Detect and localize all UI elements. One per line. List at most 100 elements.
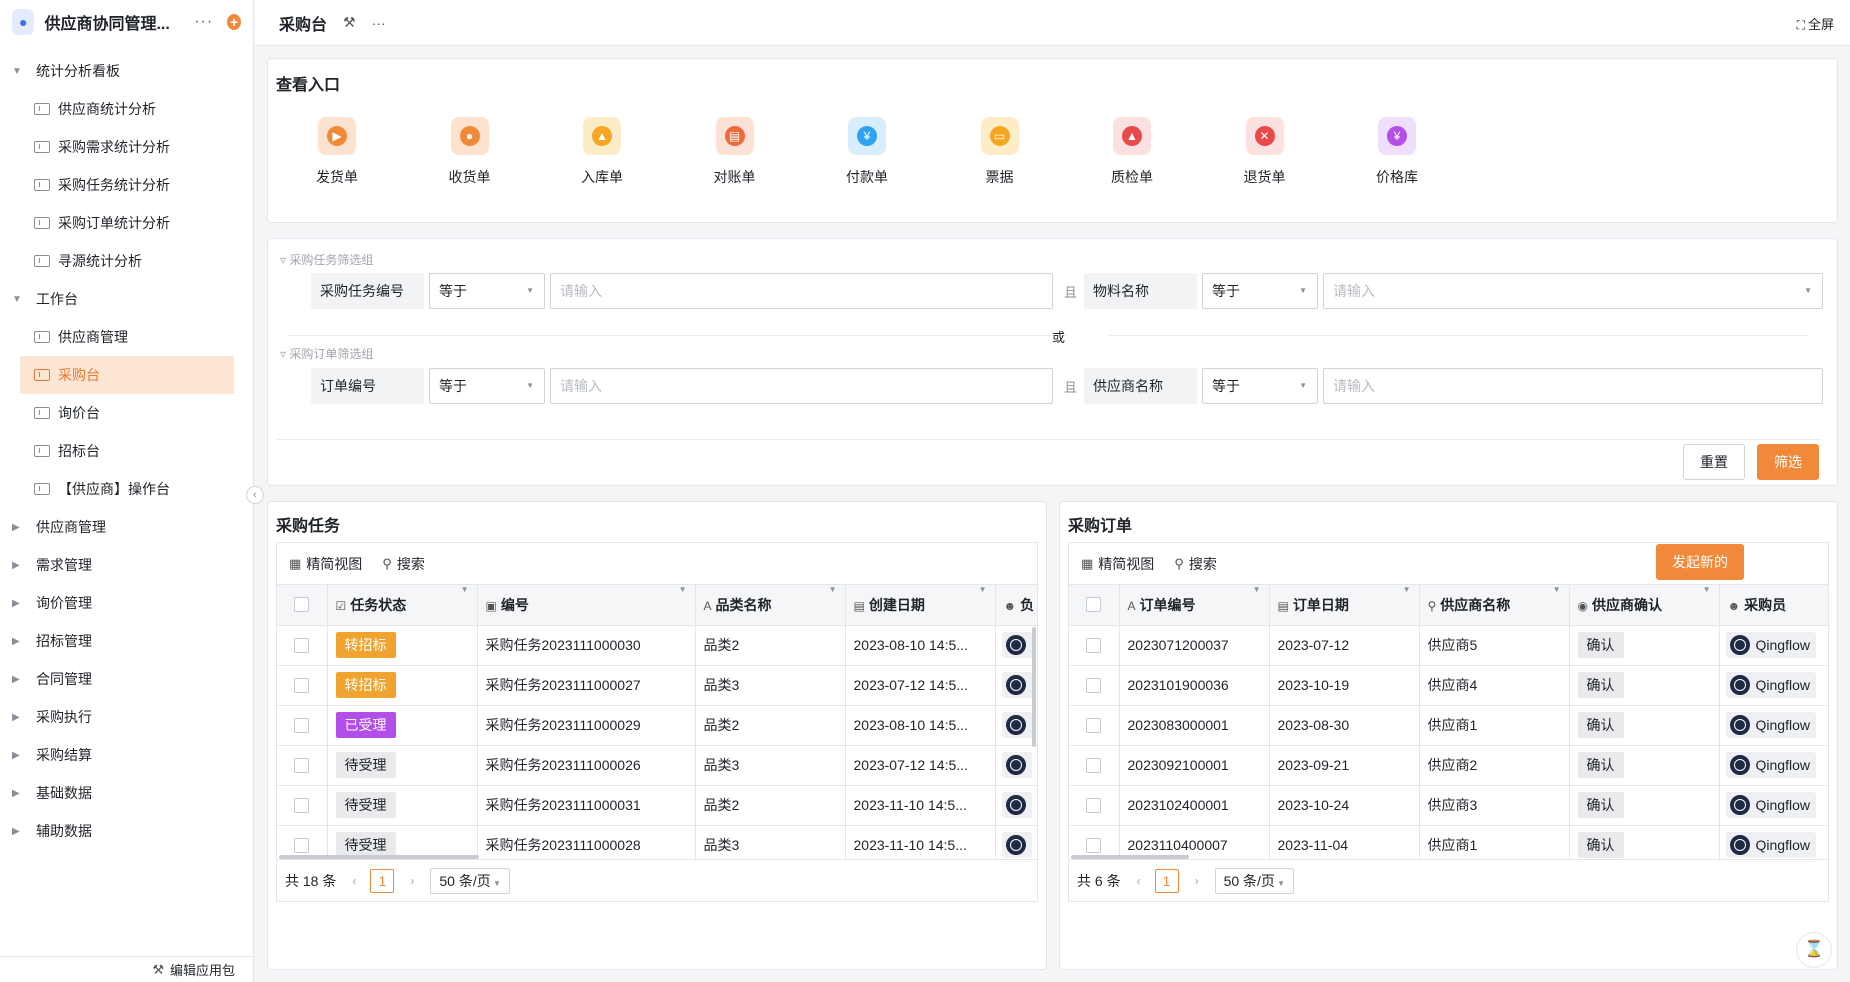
more-icon[interactable]: ··· (372, 15, 386, 31)
entry-item[interactable]: ¥ 价格库 (1347, 117, 1447, 187)
apply-filter-button[interactable]: 筛选 (1757, 444, 1819, 480)
column-header-supplier[interactable]: ⚲ 供应商名称 ▼ (1419, 585, 1570, 626)
table-row[interactable]: 待受理 采购任务2023111000026 品类3 2023-07-12 14:5..… (277, 745, 1037, 786)
row-checkbox[interactable] (294, 757, 310, 773)
row-checkbox[interactable] (1086, 717, 1102, 733)
row-checkbox[interactable] (1086, 637, 1102, 653)
table-row[interactable]: 2023083000001 2023-08-30 供应商1 确认 Qingflow (1069, 705, 1828, 746)
avatar[interactable] (1001, 632, 1032, 658)
avatar[interactable]: Qingflow (1725, 672, 1816, 698)
prev-page-icon[interactable]: ‹ (1137, 874, 1141, 888)
page-size-select[interactable]: 50 条/页 ▼ (430, 867, 510, 894)
row-checkbox[interactable] (294, 637, 310, 653)
filter-input-task-code[interactable] (550, 273, 1053, 309)
column-header-status[interactable]: ☑ 任务状态 ▼ (327, 585, 478, 626)
column-header-order-code[interactable]: A 订单编号 ▼ (1119, 585, 1270, 626)
app-title[interactable]: 供应商协同管理... (44, 10, 174, 34)
entry-item[interactable]: ▶ 发货单 (287, 117, 387, 187)
entry-item[interactable]: ▭ 票据 (950, 117, 1050, 187)
avatar[interactable] (1001, 832, 1032, 858)
entry-item[interactable]: ▲ 入库单 (552, 117, 652, 187)
avatar[interactable] (1001, 672, 1032, 698)
avatar[interactable]: Qingflow (1725, 792, 1816, 818)
reset-button[interactable]: 重置 (1683, 444, 1745, 480)
sidebar-group[interactable]: ▶ 合同管理 (0, 660, 253, 698)
sidebar-item[interactable]: 采购订单统计分析 (20, 204, 234, 242)
sidebar-item[interactable]: 寻源统计分析 (20, 242, 234, 280)
entry-item[interactable]: ✕ 退货单 (1215, 117, 1315, 187)
entry-item[interactable]: ▤ 对账单 (685, 117, 785, 187)
horizontal-scrollbar[interactable] (279, 855, 479, 859)
wrench-icon[interactable]: ⚒ (343, 14, 356, 31)
vertical-scrollbar[interactable] (1032, 627, 1036, 747)
table-row[interactable]: 2023101900036 2023-10-19 供应商4 确认 Qingflow (1069, 665, 1828, 706)
sidebar-group[interactable]: ▶ 询价管理 (0, 584, 253, 622)
sidebar-item[interactable]: 采购台 (20, 356, 234, 394)
current-page[interactable]: 1 (370, 868, 395, 893)
column-header-code[interactable]: ▣ 编号 ▼ (477, 585, 696, 626)
row-checkbox[interactable] (294, 677, 310, 693)
new-order-button[interactable]: 发起新的 (1656, 544, 1744, 580)
avatar[interactable]: Qingflow (1725, 712, 1816, 738)
sidebar-group[interactable]: ▶ 辅助数据 (0, 812, 253, 850)
avatar[interactable]: Qingflow (1725, 632, 1816, 658)
row-checkbox[interactable] (1086, 677, 1102, 693)
next-page-icon[interactable]: › (1195, 874, 1199, 888)
entry-item[interactable]: ▲ 质检单 (1082, 117, 1182, 187)
column-header-created[interactable]: ▤ 创建日期 ▼ (845, 585, 996, 626)
hourglass-icon[interactable]: ⌛ (1796, 932, 1832, 968)
sidebar-item[interactable]: 招标台 (20, 432, 234, 470)
avatar[interactable]: Qingflow (1725, 832, 1816, 858)
row-checkbox[interactable] (294, 797, 310, 813)
table-row[interactable]: 2023092100001 2023-09-21 供应商2 确认 Qingflow (1069, 745, 1828, 786)
sidebar-item[interactable]: 【供应商】操作台 (20, 470, 234, 508)
row-checkbox[interactable] (294, 837, 310, 853)
fullscreen-button[interactable]: ⛶ 全屏 (1797, 14, 1834, 33)
filter-op-supplier[interactable]: 等于 ▼ (1202, 368, 1318, 404)
sidebar-group[interactable]: ▶ 采购执行 (0, 698, 253, 736)
column-header-category[interactable]: A 品类名称 ▼ (695, 585, 846, 626)
avatar[interactable] (1001, 792, 1032, 818)
entry-item[interactable]: ● 收货单 (420, 117, 520, 187)
table-row[interactable]: 2023071200037 2023-07-12 供应商5 确认 Qingflow (1069, 625, 1828, 666)
sidebar-group[interactable]: ▶ 供应商管理 (0, 508, 253, 546)
sidebar-group[interactable]: ▶ 基础数据 (0, 774, 253, 812)
compact-view-button[interactable]: ▦ 精简视图 (289, 554, 362, 574)
more-icon[interactable]: ··· (194, 13, 213, 31)
filter-select-material[interactable]: 请输入 ▼ (1323, 273, 1823, 309)
horizontal-scrollbar[interactable] (1071, 855, 1189, 859)
filter-op-order-code[interactable]: 等于 ▼ (429, 368, 545, 404)
sidebar-group[interactable]: ▶ 采购结算 (0, 736, 253, 774)
column-header-order-date[interactable]: ▤ 订单日期 ▼ (1269, 585, 1420, 626)
sidebar-group[interactable]: ▼ 工作台 (0, 280, 253, 318)
table-row[interactable]: 待受理 采购任务2023111000031 品类2 2023-11-10 14:5..… (277, 785, 1037, 826)
column-header-owner[interactable]: ☻ 负 (995, 585, 1037, 626)
sidebar-group[interactable]: ▼ 统计分析看板 (0, 52, 253, 90)
column-header-buyer[interactable]: ☻ 采购员 (1719, 585, 1828, 626)
filter-input-supplier[interactable] (1323, 368, 1823, 404)
avatar[interactable] (1001, 752, 1032, 778)
sidebar-item[interactable]: 供应商管理 (20, 318, 234, 356)
sidebar-item[interactable]: 供应商统计分析 (20, 90, 234, 128)
sidebar-collapse-button[interactable]: ‹ (246, 486, 264, 504)
entry-item[interactable]: ¥ 付款单 (817, 117, 917, 187)
row-checkbox[interactable] (1086, 757, 1102, 773)
page-size-select[interactable]: 50 条/页 ▼ (1214, 867, 1295, 894)
table-row[interactable]: 转招标 采购任务2023111000030 品类2 2023-08-10 14:5..… (277, 625, 1037, 666)
search-button[interactable]: ⚲ 搜索 (1174, 554, 1217, 574)
sidebar-group[interactable]: ▶ 招标管理 (0, 622, 253, 660)
sidebar-item[interactable]: 采购任务统计分析 (20, 166, 234, 204)
row-checkbox[interactable] (1086, 797, 1102, 813)
sidebar-item[interactable]: 询价台 (20, 394, 234, 432)
filter-input-order-code[interactable] (550, 368, 1053, 404)
filter-op-material[interactable]: 等于 ▼ (1202, 273, 1318, 309)
add-icon[interactable]: + (227, 14, 241, 30)
compact-view-button[interactable]: ▦ 精简视图 (1081, 554, 1154, 574)
table-row[interactable]: 已受理 采购任务2023111000029 品类2 2023-08-10 14:5..… (277, 705, 1037, 746)
filter-op-task-code[interactable]: 等于 ▼ (429, 273, 545, 309)
search-button[interactable]: ⚲ 搜索 (382, 554, 425, 574)
row-checkbox[interactable] (294, 717, 310, 733)
avatar[interactable]: Qingflow (1725, 752, 1816, 778)
select-all-checkbox[interactable] (294, 597, 310, 613)
row-checkbox[interactable] (1086, 837, 1102, 853)
